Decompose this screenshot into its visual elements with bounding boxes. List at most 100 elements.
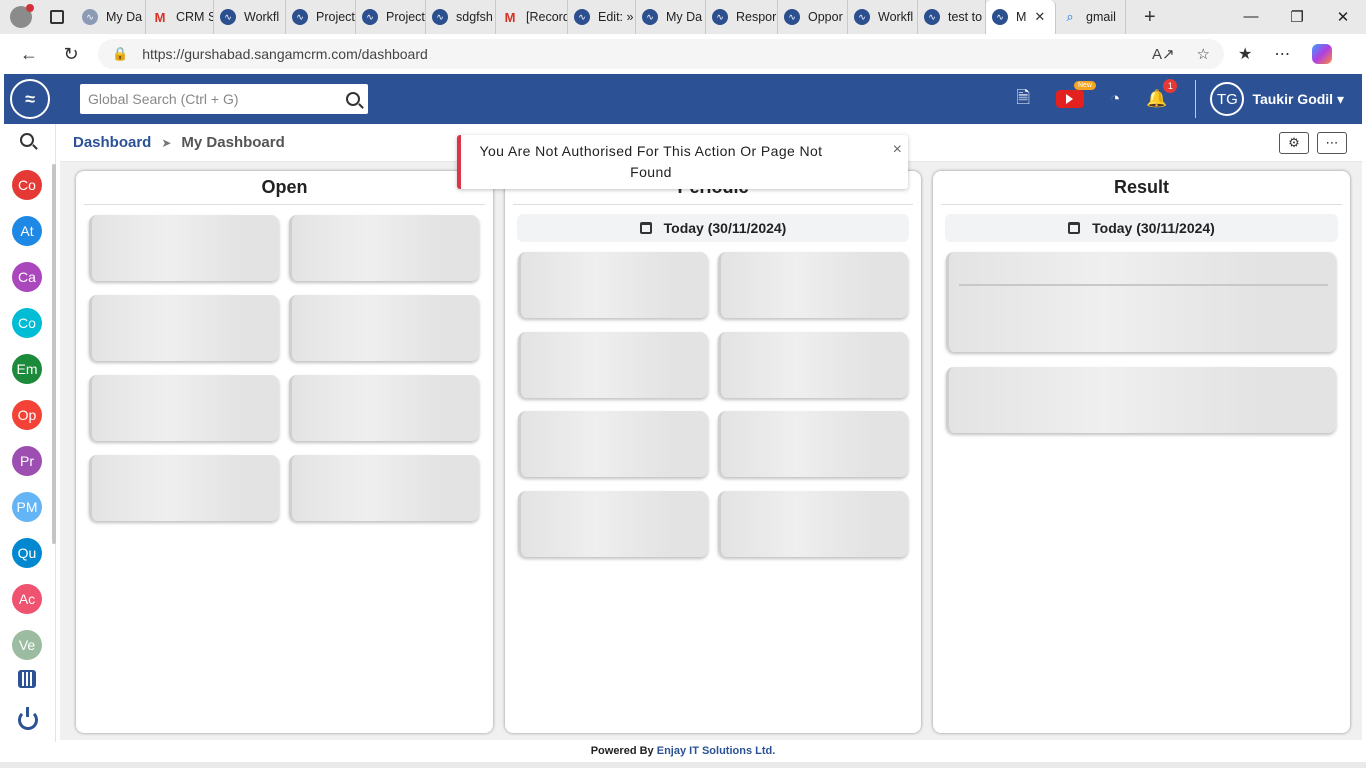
user-menu[interactable]: Taukir Godil <box>1252 91 1344 108</box>
toast-close-icon[interactable]: × <box>893 141 902 159</box>
sidebar-module-em[interactable]: Em <box>12 354 42 384</box>
sidebar-module-op[interactable]: Op <box>12 400 42 430</box>
browser-tab[interactable]: M CRM S <box>146 0 214 34</box>
notification-count-badge: 1 <box>1163 79 1178 93</box>
user-avatar[interactable]: TG <box>1210 82 1245 116</box>
sidebar-module-ca[interactable]: Ca <box>12 262 42 292</box>
browser-tab-label: Project <box>316 10 355 24</box>
sidebar-module-pr[interactable]: Pr <box>12 446 42 476</box>
sidebar-module-co[interactable]: Co <box>12 170 42 200</box>
url-field[interactable]: 🔒 https://gurshabad.sangamcrm.com/dashbo… <box>98 39 1224 69</box>
browser-tab-label: Oppor <box>808 10 843 24</box>
browser-tab-label: Workfl <box>244 10 280 24</box>
copilot-icon[interactable] <box>1312 44 1333 64</box>
browser-tab[interactable]: ⌕ gmail <box>1056 0 1126 34</box>
sidebar-module-ve[interactable]: Ve <box>12 630 42 660</box>
more-options-button[interactable]: ⋯ <box>1317 131 1347 154</box>
periodic-date-filter[interactable]: Today (30/11/2024) <box>517 214 909 242</box>
more-menu-icon[interactable]: ⋯ <box>1274 44 1290 64</box>
crm-favicon-icon: ∿ <box>642 9 658 25</box>
window-close-icon[interactable]: ✕ <box>1320 8 1366 26</box>
loading-card <box>718 411 908 477</box>
url-text: https://gurshabad.sangamcrm.com/dashboar… <box>142 46 428 62</box>
crm-favicon-icon: ∿ <box>992 9 1008 25</box>
apps-icon[interactable] <box>18 670 36 688</box>
browser-tab-label: [Record <box>526 10 568 24</box>
browser-tab[interactable]: ∿ My Da <box>636 0 706 34</box>
gmail-icon: M <box>504 9 516 25</box>
sidebar-module-qu[interactable]: Qu <box>12 538 42 568</box>
browser-tab[interactable]: ∿ My Da <box>76 0 146 34</box>
sidebar-scrollbar[interactable] <box>52 164 56 544</box>
back-icon[interactable]: ← <box>16 44 42 65</box>
global-search-input[interactable] <box>88 91 346 107</box>
browser-profile-icon[interactable] <box>10 4 34 28</box>
browser-tab[interactable]: ∿ Project <box>286 0 356 34</box>
browser-tab-label: Respor <box>736 10 777 24</box>
loading-card <box>946 252 1336 352</box>
browser-tab-label: Project <box>386 10 425 24</box>
browser-tab[interactable]: ∿ Respor <box>706 0 778 34</box>
open-panel: Open <box>76 171 493 733</box>
loading-card <box>518 411 708 477</box>
youtube-icon[interactable]: New <box>1055 81 1096 108</box>
power-icon[interactable] <box>18 707 38 730</box>
settings-button[interactable]: ⚙ <box>1279 131 1309 154</box>
error-toast: You Are Not Authorised For This Action O… <box>457 135 908 189</box>
crm-favicon-icon: ∿ <box>924 9 940 25</box>
crm-favicon-icon: ∿ <box>220 9 236 25</box>
tab-close-icon[interactable]: ✕ <box>1034 9 1045 25</box>
globe-icon[interactable]: ◔ <box>1110 89 1120 109</box>
favorite-star-icon[interactable]: ☆ <box>1197 45 1210 63</box>
restore-icon[interactable]: ❐ <box>1274 8 1320 26</box>
browser-tab[interactable]: ∿ Project <box>356 0 426 34</box>
app-header: ≈ 🗎 New ◔ 🔔 1 TG Taukir Godil <box>4 74 1362 124</box>
global-search <box>80 84 368 114</box>
sidebar-module-ac[interactable]: Ac <box>12 584 42 614</box>
loading-card <box>718 252 908 318</box>
refresh-icon[interactable]: ↻ <box>58 44 84 65</box>
loading-card <box>89 215 279 281</box>
browser-tab[interactable]: M [Record <box>496 0 568 34</box>
search-icon[interactable] <box>346 92 360 106</box>
sidebar-module-co[interactable]: Co <box>12 308 42 338</box>
browser-tab[interactable]: ∿ Workfl <box>214 0 286 34</box>
breadcrumb-dashboard-link[interactable]: Dashboard <box>73 134 151 151</box>
loading-card <box>718 332 908 398</box>
result-date-filter[interactable]: Today (30/11/2024) <box>945 214 1338 242</box>
loading-card <box>518 491 708 557</box>
browser-tab[interactable]: ∿ Oppor <box>778 0 848 34</box>
dashboard-main: Open Periodic Today (30/11/2024) Result … <box>60 162 1362 740</box>
browser-tab-label: test to <box>948 10 983 24</box>
breadcrumb-current: My Dashboard <box>181 134 285 151</box>
loading-card <box>946 367 1336 433</box>
window-controls: — ❐ ✕ <box>1228 8 1366 26</box>
favorites-icon[interactable]: ★ <box>1238 44 1252 64</box>
left-sidebar: Co At Ca Co Em Op Pr PM Qu Ac Ve <box>4 124 56 742</box>
browser-tab[interactable]: ∿ Workfl <box>848 0 918 34</box>
sidebar-search-icon[interactable] <box>20 133 34 147</box>
browser-tab[interactable]: ∿ test to <box>918 0 986 34</box>
tab-actions-icon[interactable] <box>50 10 64 24</box>
footer-brand-link[interactable]: Enjay IT Solutions Ltd. <box>657 745 776 757</box>
site-info-icon[interactable]: 🔒 <box>112 46 128 62</box>
app-logo[interactable]: ≈ <box>10 79 50 119</box>
sidebar-module-pm[interactable]: PM <box>12 492 42 522</box>
new-tab-icon[interactable]: + <box>1144 6 1156 29</box>
minimize-icon[interactable]: — <box>1228 8 1274 26</box>
browser-tab-strip: ∿ My Da M CRM S ∿ Workfl ∿ Project ∿ Project ∿ sdgf… <box>0 0 1366 34</box>
crm-favicon-icon: ∿ <box>712 9 728 25</box>
bell-icon[interactable]: 🔔 1 <box>1146 79 1178 109</box>
loading-card <box>518 252 708 318</box>
browser-tab[interactable]: ∿ sdgfsh <box>426 0 496 34</box>
read-aloud-icon[interactable]: A↗ <box>1152 45 1175 63</box>
loading-card <box>518 332 708 398</box>
new-badge: New <box>1073 81 1096 90</box>
browser-tab-label: My Da <box>106 10 143 24</box>
sidebar-module-at[interactable]: At <box>12 216 42 246</box>
loading-card <box>289 455 479 521</box>
loading-card <box>289 295 479 361</box>
document-search-icon[interactable]: 🗎 <box>1016 85 1030 114</box>
browser-tab[interactable]: ∿ M ✕ <box>986 0 1056 34</box>
browser-tab[interactable]: ∿ Edit: » <box>568 0 636 34</box>
